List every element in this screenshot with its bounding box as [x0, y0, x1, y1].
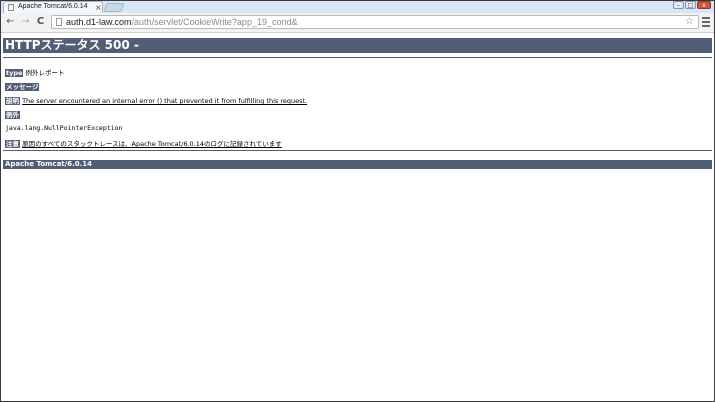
- page-content: HTTPステータス 500 - type 例外レポート メッセージ 説明 The…: [3, 34, 712, 169]
- exception-label: 例外: [5, 111, 20, 119]
- footer-bar: Apache Tomcat/6.0.14: [3, 160, 712, 169]
- type-value: 例外レポート: [25, 69, 65, 77]
- close-window-button[interactable]: x: [697, 1, 711, 9]
- note-label: 注意: [5, 140, 20, 148]
- description-label: 説明: [5, 97, 20, 105]
- new-tab-button[interactable]: [103, 3, 125, 12]
- tab-close-icon[interactable]: ×: [95, 2, 102, 13]
- message-row: メッセージ: [5, 81, 40, 91]
- exception-row: 例外: [5, 109, 20, 119]
- menu-icon[interactable]: [702, 17, 712, 27]
- exception-value: java.lang.NullPointerException: [5, 124, 123, 132]
- url-path: /auth/servlet/CookieWrite?app_19_cond&: [131, 17, 298, 27]
- title-bar: Apache Tomcat/6.0.14 × – □ x: [1, 1, 714, 13]
- reload-icon[interactable]: C: [35, 16, 46, 28]
- description-row: 説明 The server encountered an internal er…: [5, 95, 307, 105]
- note-row: 注意 原因のすべてのスタックトレースは、Apache Tomcat/6.0.14…: [5, 138, 282, 148]
- forward-arrow-icon[interactable]: →: [20, 16, 31, 28]
- browser-toolbar: ← → C auth.d1-law.com/auth/servlet/Cooki…: [1, 13, 714, 33]
- page-icon: [56, 18, 62, 26]
- divider: [3, 150, 712, 151]
- tab-title: Apache Tomcat/6.0.14: [18, 3, 88, 10]
- bookmark-star-icon[interactable]: ☆: [685, 16, 694, 28]
- type-label: type: [5, 69, 24, 77]
- maximize-button[interactable]: □: [685, 1, 696, 9]
- window-controls: – □ x: [673, 1, 711, 11]
- browser-window: Apache Tomcat/6.0.14 × – □ x ← → C auth.…: [0, 0, 715, 402]
- browser-tab[interactable]: Apache Tomcat/6.0.14 ×: [3, 1, 103, 13]
- type-row: type 例外レポート: [5, 67, 64, 77]
- minimize-button[interactable]: –: [673, 1, 684, 9]
- page-title: HTTPステータス 500 -: [3, 38, 712, 53]
- description-value: The server encountered an internal error…: [22, 97, 308, 105]
- note-value: 原因のすべてのスタックトレースは、Apache Tomcat/6.0.14のログ…: [22, 140, 282, 148]
- message-label: メッセージ: [5, 83, 40, 91]
- page-icon: [8, 4, 14, 11]
- back-arrow-icon[interactable]: ←: [5, 16, 16, 28]
- address-bar[interactable]: auth.d1-law.com/auth/servlet/CookieWrite…: [51, 15, 699, 29]
- url-text[interactable]: auth.d1-law.com/auth/servlet/CookieWrite…: [66, 16, 297, 28]
- url-host: auth.d1-law.com: [66, 17, 132, 27]
- divider: [3, 57, 712, 58]
